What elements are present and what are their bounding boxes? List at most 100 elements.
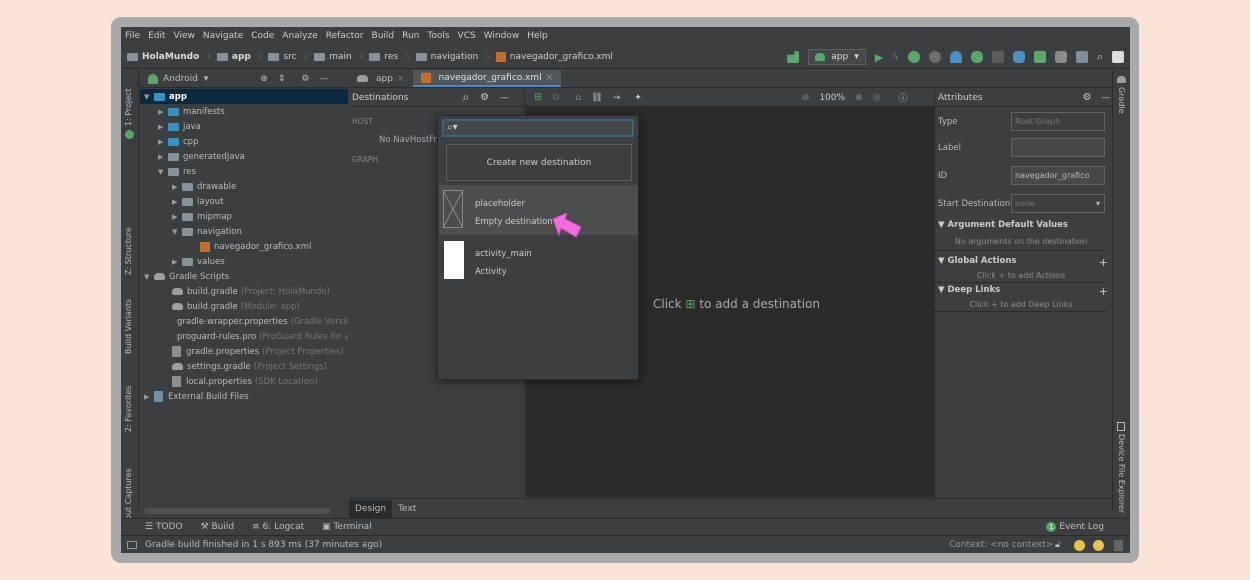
- search-icon[interactable]: ⌕: [1097, 50, 1103, 64]
- destination-search-input[interactable]: ⌕▾: [442, 119, 634, 137]
- menu-refactor[interactable]: Refactor: [326, 31, 364, 41]
- coverage-icon[interactable]: [970, 51, 983, 63]
- auto-arrange-icon[interactable]: ✦: [634, 93, 642, 103]
- menu-build[interactable]: Build: [372, 31, 395, 41]
- user-avatar-icon[interactable]: [1112, 51, 1124, 63]
- new-destination-icon[interactable]: ⊞: [534, 92, 542, 103]
- tree-item-java[interactable]: ▶ java: [140, 119, 348, 134]
- link-icon[interactable]: ⛓: [591, 93, 602, 103]
- zoom-out-icon[interactable]: ⊖: [802, 93, 810, 103]
- menu-view[interactable]: View: [174, 31, 195, 41]
- tool-window-logcat[interactable]: ≡ 6: Logcat: [252, 522, 304, 532]
- tree-item-proguard[interactable]: proguard-rules.pro (ProGuard Rules for ap: [140, 329, 348, 344]
- gear-icon[interactable]: ⚙: [301, 74, 309, 84]
- menu-navigate[interactable]: Navigate: [203, 31, 243, 41]
- chevron-down-icon[interactable]: ▾: [204, 74, 209, 84]
- tree-item-gradle-properties[interactable]: gradle.properties (Project Properties): [140, 344, 348, 359]
- tool-windows-toggle-icon[interactable]: [127, 540, 137, 549]
- deep-links-section[interactable]: ▼ Deep Links +: [938, 285, 1108, 298]
- run-icon[interactable]: ▶: [875, 51, 883, 64]
- tab-text[interactable]: Text: [392, 500, 422, 518]
- menu-edit[interactable]: Edit: [148, 31, 165, 41]
- minimize-icon[interactable]: —: [320, 74, 329, 84]
- memory-indicator-icon[interactable]: [1114, 540, 1123, 551]
- attach-debugger-icon[interactable]: [928, 51, 941, 63]
- zoom-in-icon[interactable]: ⊕: [855, 93, 863, 103]
- sync-gradle-icon[interactable]: [1012, 51, 1025, 63]
- tree-item-cpp[interactable]: ▶ cpp: [140, 134, 348, 149]
- tab-navegador-grafico[interactable]: navegador_grafico.xml ×: [412, 70, 562, 87]
- global-actions-section[interactable]: ▼ Global Actions +: [938, 256, 1108, 269]
- id-field[interactable]: navegador_grafico: [1011, 166, 1105, 185]
- menu-vcs[interactable]: VCS: [458, 31, 476, 41]
- tree-item-manifests[interactable]: ▶ manifests: [140, 104, 348, 119]
- make-hammer-icon[interactable]: [787, 51, 800, 63]
- breadcrumb-project[interactable]: HolaMundo: [127, 52, 199, 62]
- tree-item-navegador-grafico[interactable]: navegador_grafico.xml: [140, 239, 348, 254]
- tab-app[interactable]: app ×: [349, 70, 413, 87]
- collapse-icon[interactable]: ⇕: [278, 74, 286, 84]
- tree-item-layout[interactable]: ▶ layout: [140, 194, 348, 209]
- tool-window-build[interactable]: ⚒ Build: [201, 522, 235, 532]
- menu-code[interactable]: Code: [251, 31, 274, 41]
- tree-item-navigation[interactable]: ▼ navigation: [140, 224, 348, 239]
- tree-item-values[interactable]: ▶ values: [140, 254, 348, 269]
- tool-window-project[interactable]: 1: Project: [124, 88, 133, 126]
- home-icon[interactable]: ⌂: [576, 93, 582, 103]
- tool-window-gradle[interactable]: Gradle: [1117, 87, 1126, 114]
- tree-item-res[interactable]: ▼ res: [140, 164, 348, 179]
- breadcrumb-navigation[interactable]: navigation: [415, 52, 478, 62]
- destination-item-placeholder[interactable]: placeholder Empty destination: [439, 185, 638, 235]
- menu-window[interactable]: Window: [484, 31, 520, 41]
- search-icon[interactable]: ⌕: [462, 90, 469, 105]
- tree-item-gradle-scripts[interactable]: ▼ Gradle Scripts: [140, 269, 348, 284]
- breadcrumb-main[interactable]: main: [314, 52, 352, 62]
- tool-window-device-file-explorer[interactable]: Device File Explorer: [1117, 434, 1126, 513]
- new-destination-icon[interactable]: ⊞: [685, 297, 695, 311]
- menu-analyze[interactable]: Analyze: [282, 31, 317, 41]
- horizontal-scrollbar[interactable]: [144, 508, 330, 514]
- tool-window-favorites[interactable]: 2: Favorites: [124, 386, 133, 432]
- destination-item-activity-main[interactable]: activity_main Activity: [439, 237, 638, 287]
- crosshair-icon[interactable]: ⊕: [260, 74, 268, 84]
- gear-icon[interactable]: ⚙: [480, 92, 489, 103]
- tree-item-app[interactable]: ▼ app: [140, 89, 348, 104]
- tree-item-build-gradle-project[interactable]: build.gradle (Project: HolaMundo): [140, 284, 348, 299]
- action-arrow-icon[interactable]: →: [613, 93, 621, 103]
- tree-item-external-build-files[interactable]: ▶ External Build Files: [140, 389, 348, 404]
- breadcrumb-res[interactable]: res: [369, 52, 398, 62]
- tool-window-terminal[interactable]: ▣ Terminal: [322, 522, 371, 532]
- create-new-destination-button[interactable]: Create new destination: [446, 144, 632, 181]
- apply-changes-icon[interactable]: ϟ: [892, 52, 899, 63]
- argument-defaults-section[interactable]: ▼ Argument Default Values: [938, 220, 1108, 230]
- add-action-plus-icon[interactable]: +: [1099, 256, 1108, 269]
- tree-item-mipmap[interactable]: ▶ mipmap: [140, 209, 348, 224]
- label-field[interactable]: [1011, 138, 1105, 157]
- breadcrumb-file[interactable]: navegador_grafico.xml: [495, 51, 613, 62]
- tool-window-build-variants[interactable]: Build Variants: [124, 299, 133, 354]
- profile-icon[interactable]: [949, 51, 962, 63]
- project-structure-icon[interactable]: [1075, 51, 1088, 63]
- tree-item-build-gradle-module[interactable]: build.gradle (Module: app): [140, 299, 348, 314]
- menu-run[interactable]: Run: [402, 31, 419, 41]
- smile-feedback-icon[interactable]: [1074, 540, 1085, 551]
- close-icon[interactable]: ×: [546, 73, 554, 83]
- menu-file[interactable]: File: [125, 31, 140, 41]
- project-view-select[interactable]: Android: [163, 74, 198, 84]
- add-deep-link-plus-icon[interactable]: +: [1099, 285, 1108, 298]
- tree-item-drawable[interactable]: ▶ drawable: [140, 179, 348, 194]
- event-log-button[interactable]: 1 Event Log: [1046, 522, 1104, 532]
- lock-icon[interactable]: 🔓︎: [1055, 540, 1061, 550]
- sad-feedback-icon[interactable]: [1093, 540, 1104, 551]
- close-icon[interactable]: ×: [397, 74, 405, 84]
- minimize-icon[interactable]: —: [500, 93, 509, 103]
- tool-window-structure[interactable]: Z: Structure: [124, 227, 133, 275]
- menu-tools[interactable]: Tools: [427, 31, 449, 41]
- debug-bug-icon[interactable]: [907, 51, 920, 63]
- tree-item-settings-gradle[interactable]: settings.gradle (Project Settings): [140, 359, 348, 374]
- issues-icon[interactable]: ⓘ: [898, 91, 907, 104]
- stop-icon[interactable]: [991, 51, 1004, 63]
- start-destination-select[interactable]: none ▾: [1011, 194, 1105, 213]
- minimize-icon[interactable]: —: [1101, 93, 1110, 103]
- zoom-fit-icon[interactable]: ◎: [873, 93, 881, 103]
